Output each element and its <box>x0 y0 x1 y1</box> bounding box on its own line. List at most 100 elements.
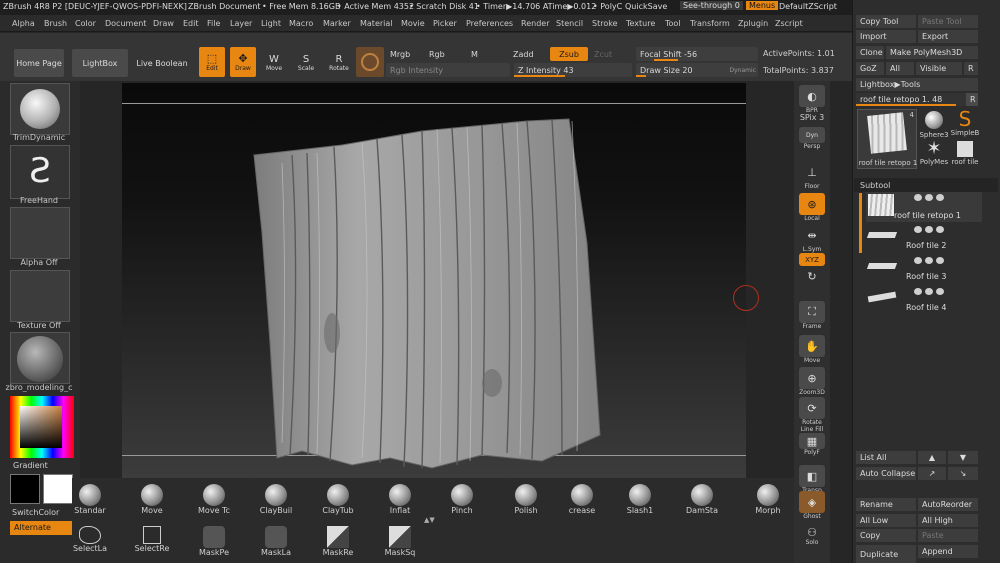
home-page-button[interactable]: Home Page <box>14 49 64 77</box>
menu-preferences[interactable]: Preferences <box>466 19 513 28</box>
zsub-button[interactable]: Zsub <box>550 47 588 61</box>
menu-stroke[interactable]: Stroke <box>592 19 618 28</box>
rgb-button[interactable]: Rgb <box>425 47 465 61</box>
material-selector[interactable] <box>10 332 70 384</box>
mask-square[interactable]: MaskSq <box>372 526 428 557</box>
subtool-visibility-toggles[interactable] <box>914 194 944 202</box>
draw-size-slider[interactable]: Draw Size 20 Dynamic <box>636 63 758 77</box>
tool-thumb-sphere3d[interactable]: Sphere3 <box>919 109 949 139</box>
r-tool-button[interactable]: R <box>966 93 978 106</box>
move-down-button[interactable]: ▼ <box>948 451 978 464</box>
export-button[interactable]: Export <box>918 30 978 43</box>
subtool-visibility-toggles[interactable] <box>914 288 944 296</box>
mask-lasso[interactable]: MaskLa <box>248 526 304 557</box>
m-button[interactable]: M <box>467 47 507 61</box>
menu-color[interactable]: Color <box>75 19 96 28</box>
brush-selector[interactable] <box>10 83 70 135</box>
subtool-visibility-toggles[interactable] <box>914 226 944 234</box>
zoom3d-button[interactable]: ⊕ Zoom3D <box>796 367 828 396</box>
edit-mode-button[interactable]: ⬚ Edit <box>199 47 225 77</box>
rotate-view-button[interactable]: ⟳ Rotate <box>796 397 828 426</box>
auto-collapse-button[interactable]: Auto Collapse <box>856 467 916 480</box>
solo-button[interactable]: ⚇ Solo <box>796 525 828 547</box>
alpha-selector[interactable] <box>10 207 70 259</box>
mrgb-button[interactable]: Mrgb <box>386 47 428 61</box>
frame-button[interactable]: ⛶ Frame <box>796 301 828 330</box>
paste-tool-button[interactable]: Paste Tool <box>918 15 978 28</box>
brush-claytubes[interactable]: ClayTub <box>310 484 366 515</box>
brush-polish[interactable]: Polish <box>498 484 554 515</box>
tool-thumb-polymesh[interactable]: ✶ PolyMes <box>919 140 949 170</box>
import-button[interactable]: Import <box>856 30 916 43</box>
tool-thumb-simplebrush[interactable]: S SimpleB <box>950 109 980 139</box>
visible-button[interactable]: Visible <box>916 62 962 75</box>
tool-thumb-roof-tile[interactable]: 4 roof tile retopo 1 <box>857 109 917 169</box>
goz-button[interactable]: GoZ <box>856 62 884 75</box>
menu-movie[interactable]: Movie <box>401 19 425 28</box>
subtool-item-4[interactable]: Roof tile 4 <box>866 286 982 316</box>
menu-document[interactable]: Document <box>105 19 146 28</box>
subtool-item-1[interactable]: roof tile retopo 1 <box>866 192 982 222</box>
subtool-scrollbar[interactable] <box>859 193 862 253</box>
menu-brush[interactable]: Brush <box>44 19 67 28</box>
tool-thumb-roof-tile-small[interactable]: roof tile <box>950 140 980 170</box>
bpr-button[interactable]: ◐ BPR <box>796 85 828 114</box>
subtool-item-3[interactable]: Roof tile 3 <box>866 255 982 285</box>
all-button[interactable]: All <box>886 62 914 75</box>
default-zscript-button[interactable]: DefaultZScript <box>779 2 837 11</box>
brush-inflate[interactable]: Inflat <box>372 484 428 515</box>
focal-shift-slider[interactable]: Focal Shift -56 <box>636 47 758 61</box>
mask-pen[interactable]: MaskPe <box>186 526 242 557</box>
brush-pinch[interactable]: Pinch <box>434 484 490 515</box>
viewport-canvas[interactable] <box>122 83 746 478</box>
append-button[interactable]: Append <box>918 545 978 558</box>
subtool-visibility-toggles[interactable] <box>914 257 944 265</box>
local-button[interactable]: ⊛ Local <box>796 193 828 222</box>
menu-light[interactable]: Light <box>261 19 281 28</box>
floor-button[interactable]: ⊥ Floor <box>796 161 828 191</box>
list-all-button[interactable]: List All <box>856 451 916 464</box>
texture-selector[interactable] <box>10 270 70 322</box>
z-intensity-slider[interactable]: Z Intensity 43 <box>514 63 632 77</box>
rotate-mode-button[interactable]: R Rotate <box>326 51 352 75</box>
menu-render[interactable]: Render <box>521 19 549 28</box>
menu-draw[interactable]: Draw <box>153 19 174 28</box>
main-color-swatch[interactable] <box>10 474 40 504</box>
brush-standard[interactable]: Standar <box>62 484 118 515</box>
rgb-intensity-slider[interactable]: Rgb Intensity <box>386 63 510 77</box>
lightbox-tools-button[interactable]: Lightbox▶Tools <box>856 78 978 91</box>
rotate-axis-button[interactable]: ↻ <box>796 269 828 283</box>
menu-tool[interactable]: Tool <box>665 19 681 28</box>
draw-mode-button[interactable]: ✥ Draw <box>230 47 256 77</box>
menu-marker[interactable]: Marker <box>323 19 351 28</box>
menu-macro[interactable]: Macro <box>289 19 313 28</box>
all-low-button[interactable]: All Low <box>856 514 916 527</box>
transp-button[interactable]: ◧Transp <box>796 465 828 494</box>
stroke-selector[interactable]: Ƨ <box>10 145 70 199</box>
color-picker-square[interactable] <box>20 406 62 448</box>
spix-slider[interactable]: SPix 3 <box>796 113 828 122</box>
arrow-up-right-button[interactable]: ↗ <box>918 467 946 480</box>
menu-edit[interactable]: Edit <box>183 19 199 28</box>
menu-transform[interactable]: Transform <box>690 19 730 28</box>
make-polymesh-button[interactable]: Make PolyMesh3D <box>886 46 978 59</box>
zcut-button[interactable]: Zcut <box>590 47 630 61</box>
select-lasso[interactable]: SelectLa <box>62 526 118 553</box>
menu-zscript[interactable]: Zscript <box>775 19 803 28</box>
copy-subtool-button[interactable]: Copy <box>856 529 916 542</box>
menu-stencil[interactable]: Stencil <box>556 19 583 28</box>
scale-mode-button[interactable]: S Scale <box>294 51 318 75</box>
menu-texture[interactable]: Texture <box>626 19 655 28</box>
menu-layer[interactable]: Layer <box>230 19 252 28</box>
ghost-button[interactable]: ◈ Ghost <box>796 491 828 520</box>
brush-slash1[interactable]: Slash1 <box>612 484 668 515</box>
brush-morph[interactable]: Morph <box>740 484 796 515</box>
paste-subtool-button[interactable]: Paste <box>918 529 978 542</box>
zadd-button[interactable]: Zadd <box>509 47 549 61</box>
quicksave-button[interactable]: QuickSave <box>625 2 667 11</box>
brush-move[interactable]: Move <box>124 484 180 515</box>
brush-claybuildup[interactable]: ClayBuil <box>248 484 304 515</box>
move-mode-button[interactable]: W Move <box>262 51 286 75</box>
xyz-button[interactable]: XYZ <box>796 253 828 266</box>
polyf-button[interactable]: Line Fill ▦ PolyF <box>796 426 828 456</box>
